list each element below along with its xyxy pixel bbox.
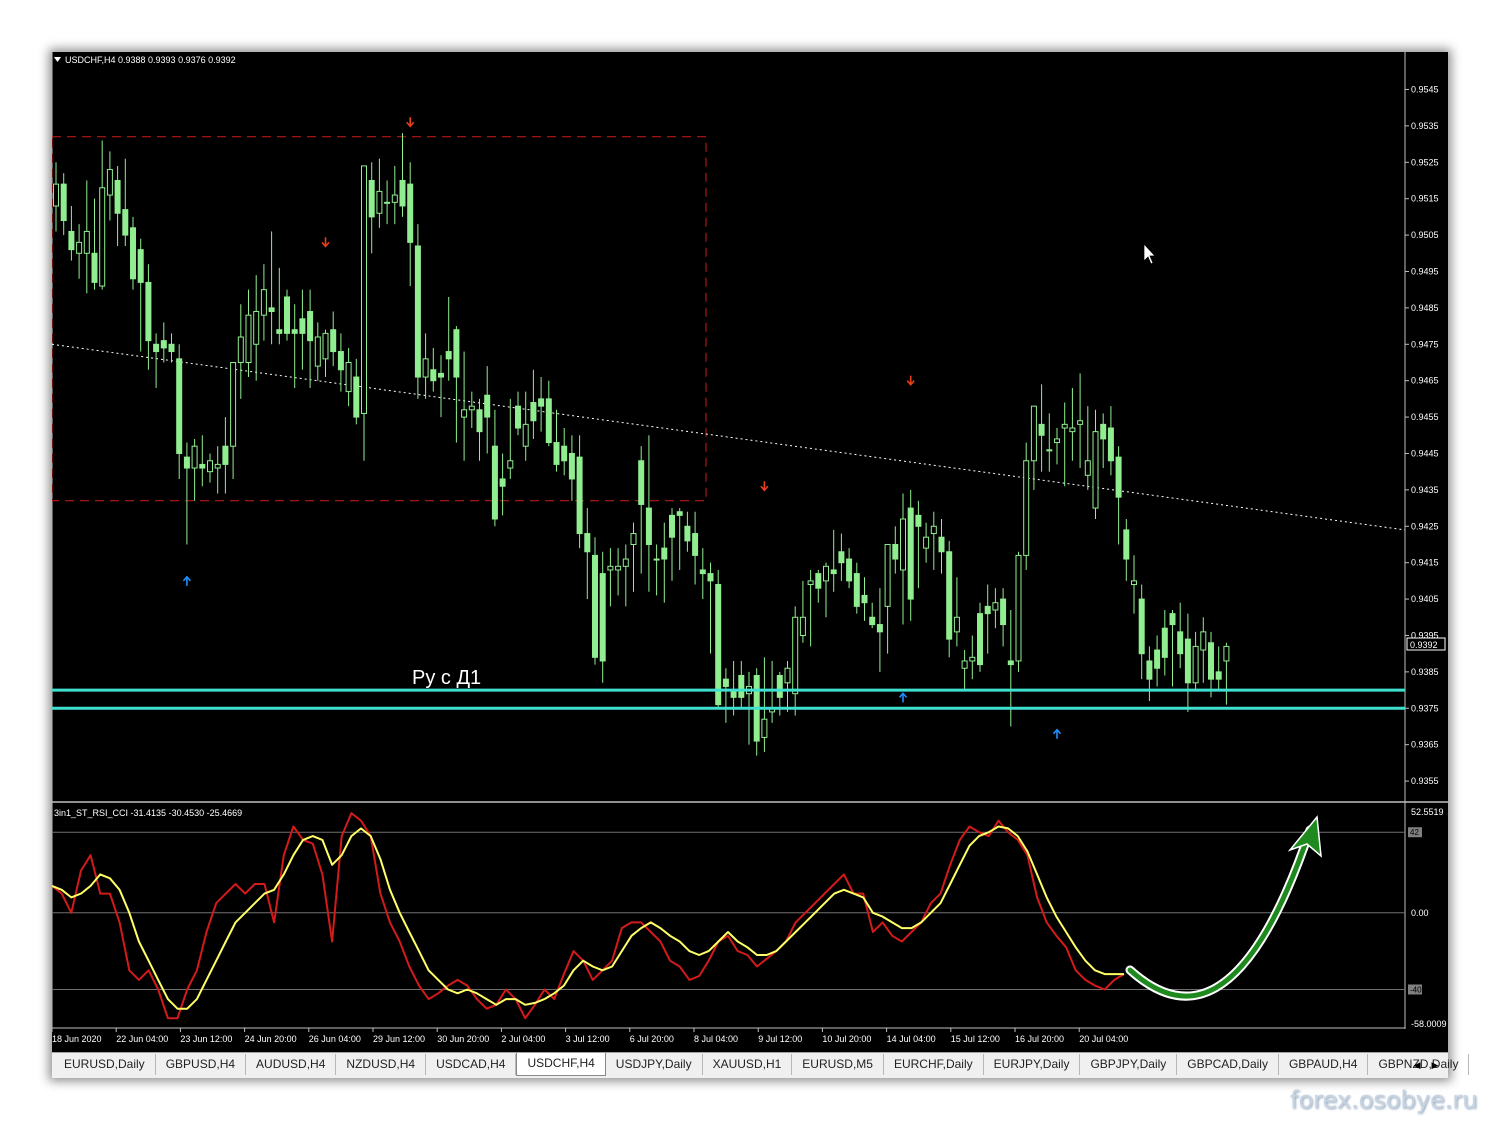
indicator-tick-label: 42 [1410,828,1419,837]
price-tick-label: 0.9415 [1411,558,1439,568]
tab-eurchf-daily[interactable]: EURCHF,Daily [884,1054,984,1075]
tab-audusd-h4[interactable]: AUDUSD,H4 [246,1054,337,1075]
time-tick-label: 22 Jun 04:00 [116,1034,168,1044]
candle [1015,551,1022,672]
time-tick-label: 2 Jul 04:00 [501,1034,545,1044]
chart-canvas[interactable]: USDCHF,H4 0.9388 0.9393 0.9376 0.9392 3i… [52,52,1448,1052]
tab-eurusd-daily[interactable]: EURUSD,Daily [54,1054,156,1075]
tab-usdjpy-daily[interactable]: USDJPY,Daily [606,1054,703,1075]
tab-gbpcad-daily[interactable]: GBPCAD,Daily [1177,1054,1279,1075]
price-tick-label: 0.9375 [1411,703,1439,713]
tab-gbpaud-h4[interactable]: GBPAUD,H4 [1279,1054,1369,1075]
price-tick-label: 0.9475 [1411,339,1439,349]
price-tick-label: 0.9435 [1411,485,1439,495]
price-tick-label: 0.9545 [1411,84,1439,94]
candle [284,289,290,341]
tab-nzdusd-h4[interactable]: NZDUSD,H4 [336,1054,427,1075]
time-tick-label: 20 Jul 04:00 [1079,1034,1128,1044]
time-tick-label: 15 Jul 12:00 [951,1034,1000,1044]
candle [592,537,598,665]
tab-scroll-left-icon[interactable]: ◀ [1408,1055,1426,1075]
candle [715,569,722,709]
watermark: forex.osobye.ru [1290,1086,1478,1114]
tab-gbpjpy-daily[interactable]: GBPJPY,Daily [1080,1054,1178,1075]
time-tick-label: 16 Jul 20:00 [1015,1034,1064,1044]
candle [414,224,421,399]
time-tick-label: 6 Jul 20:00 [630,1034,674,1044]
price-tick-label: 0.9515 [1411,194,1439,204]
tab-scroll-right-icon[interactable]: ▶ [1426,1055,1444,1075]
time-tick-label: 14 Jul 04:00 [887,1034,936,1044]
time-tick-label: 26 Jun 04:00 [309,1034,361,1044]
tab-usdcad-h4[interactable]: USDCAD,H4 [426,1054,517,1075]
indicator-tick-label: 0.00 [1411,908,1429,918]
price-tick-label: 0.9365 [1411,740,1439,750]
symbol-tab-bar: EURUSD,Daily GBPUSD,H4 AUDUSD,H4 NZDUSD,H4 U… [52,1052,1470,1078]
price-tick-label: 0.9465 [1411,376,1439,386]
candle [130,216,136,290]
terminal-window: USDCHF,H4 0.9388 0.9393 0.9376 0.9392 3i… [52,52,1470,1078]
time-tick-label: 30 Jun 20:00 [437,1034,489,1044]
indicator-header: 3in1_ST_RSI_CCI -31.4135 -30.4530 -25.46… [54,808,242,818]
indicator-tick-label: -40 [1410,985,1422,994]
price-tick-label: 0.9405 [1411,594,1439,604]
time-tick-label: 18 Jun 2020 [52,1034,102,1044]
tab-eurjpy-daily[interactable]: EURJPY,Daily [984,1054,1081,1075]
time-tick-label: 10 Jul 20:00 [822,1034,871,1044]
time-tick-label: 3 Jul 12:00 [566,1034,610,1044]
tab-list: EURUSD,Daily GBPUSD,H4 AUDUSD,H4 NZDUSD,H4 U… [54,1053,1470,1078]
candle [1023,442,1030,570]
price-tick-label: 0.9505 [1411,230,1439,240]
price-tick-label: 0.9445 [1411,448,1439,458]
price-tick-label: 0.9455 [1411,412,1439,422]
price-tick-label: 0.9495 [1411,266,1439,276]
price-tick-label: 0.9355 [1411,776,1439,786]
time-tick-label: 9 Jul 12:00 [758,1034,802,1044]
time-tick-label: 24 Jun 20:00 [245,1034,297,1044]
indicator-tick-label: -58.0009 [1411,1019,1447,1029]
tab-xauusd-h1[interactable]: XAUUSD,H1 [703,1054,793,1075]
indicator-tick-label: 52.5519 [1411,807,1444,817]
current-price-label: 0.9392 [1410,640,1438,650]
price-tick-label: 0.9425 [1411,521,1439,531]
price-tick-label: 0.9485 [1411,303,1439,313]
annotation-label: Ру с Д1 [412,667,481,689]
tab-gbpusd-h4[interactable]: GBPUSD,H4 [156,1054,247,1075]
price-tick-label: 0.9525 [1411,157,1439,167]
time-tick-label: 8 Jul 04:00 [694,1034,738,1044]
price-tick-label: 0.9385 [1411,667,1439,677]
tab-eurusd-m5[interactable]: EURUSD,M5 [792,1054,884,1075]
price-header: USDCHF,H4 0.9388 0.9393 0.9376 0.9392 [65,55,236,65]
tab-usdchf-h4[interactable]: USDCHF,H4 [516,1053,606,1076]
time-tick-label: 23 Jun 12:00 [180,1034,232,1044]
price-tick-label: 0.9535 [1411,121,1439,131]
time-tick-label: 29 Jun 12:00 [373,1034,425,1044]
